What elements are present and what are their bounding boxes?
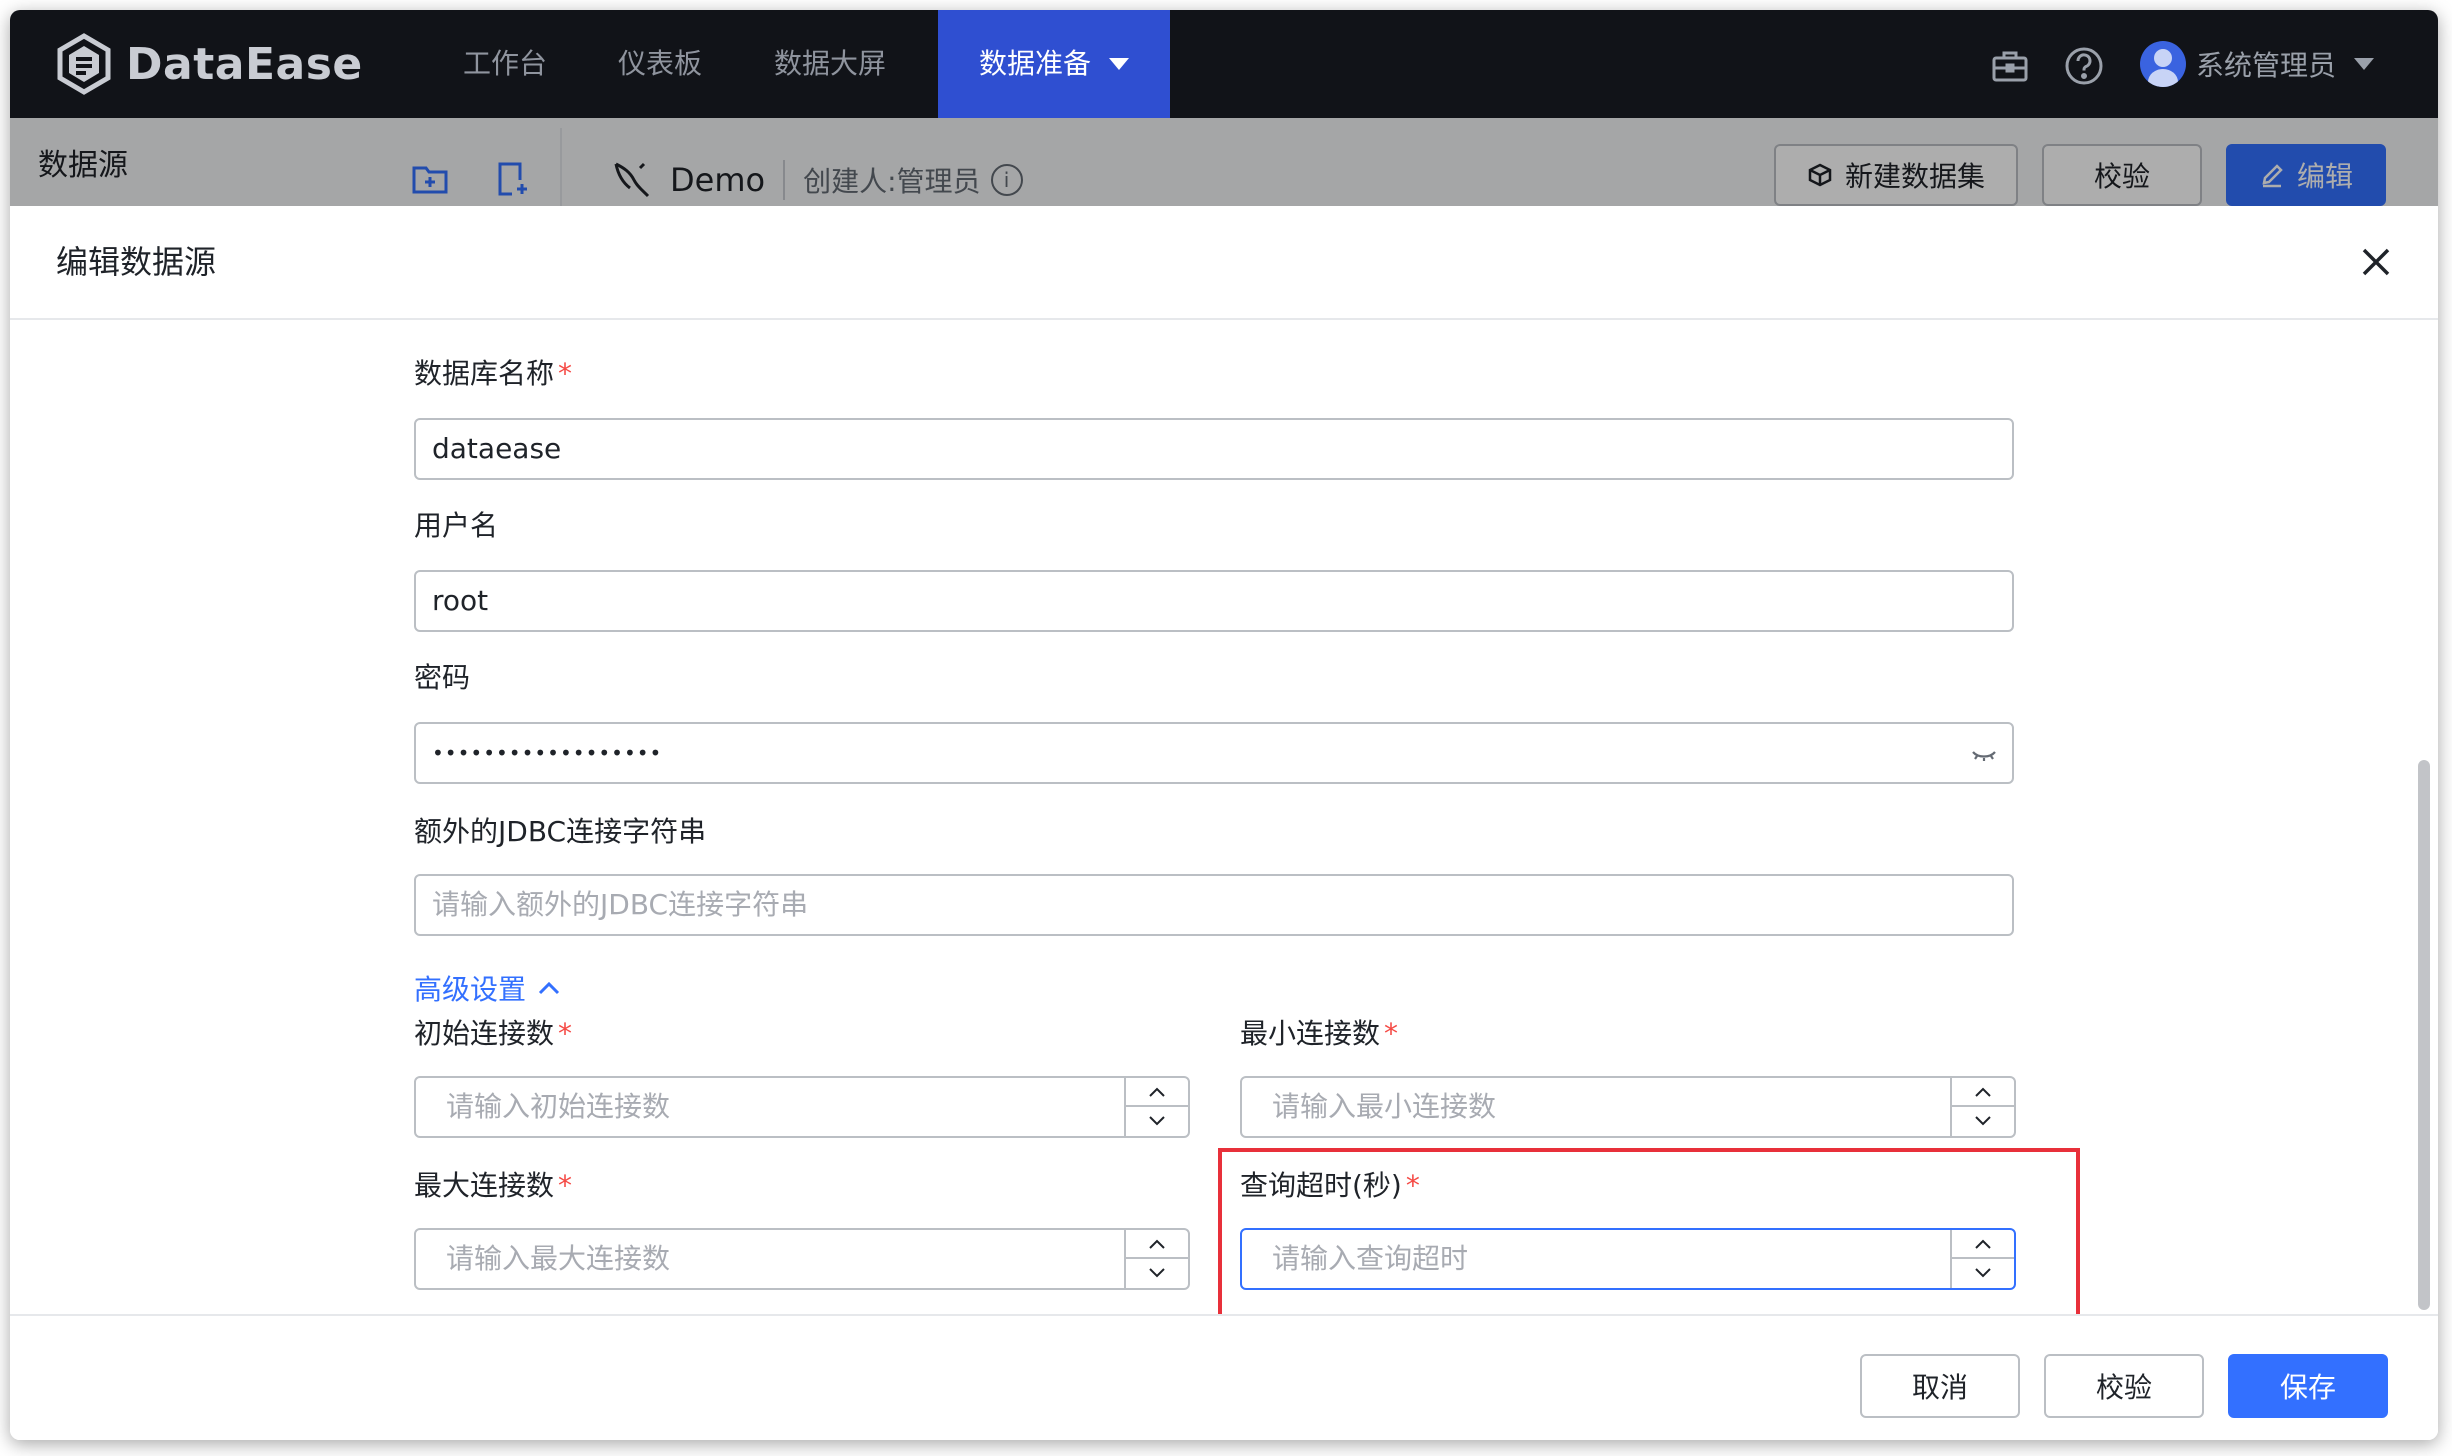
nav-item-label: 数据大屏 — [773, 47, 886, 80]
avatar — [2140, 41, 2186, 87]
increment-button[interactable] — [1952, 1078, 2014, 1107]
init-conn-label-text: 初始连接数 — [414, 1017, 555, 1050]
nav-item-dashboard[interactable]: 仪表板 — [595, 10, 725, 118]
top-navbar: DataEase 工作台 仪表板 数据大屏 数据准备 系统管理员 — [10, 10, 2438, 118]
advanced-settings-label: 高级设置 — [414, 973, 527, 1006]
advanced-settings-toggle[interactable]: 高级设置 — [414, 968, 562, 1008]
increment-button[interactable] — [1126, 1230, 1188, 1259]
validate-button[interactable]: 校验 — [2044, 1354, 2204, 1418]
jdbc-placeholder: 请输入额外的JDBC连接字符串 — [432, 888, 809, 921]
password-input[interactable]: •••••••••••••••••• — [414, 722, 2014, 784]
drawer-title: 编辑数据源 — [56, 243, 217, 281]
chevron-up-icon — [1149, 1239, 1165, 1249]
decrement-button[interactable] — [1126, 1259, 1188, 1288]
required-mark: * — [558, 1169, 573, 1202]
chevron-up-icon — [1975, 1087, 1991, 1097]
min-conn-label-text: 最小连接数 — [1240, 1017, 1381, 1050]
edit-datasource-drawer: 编辑数据源 数据库名称 * dataease 用户名 root 密码 ••••••… — [10, 206, 2438, 1440]
logo-text: DataEase — [126, 38, 363, 90]
caret-down-icon — [2354, 58, 2375, 70]
jdbc-label: 额外的JDBC连接字符串 — [414, 815, 707, 848]
scrollbar-thumb[interactable] — [2418, 760, 2430, 1310]
cancel-button[interactable]: 取消 — [1860, 1354, 2020, 1418]
max-conn-label-text: 最大连接数 — [414, 1169, 555, 1202]
nav-item-workbench[interactable]: 工作台 — [440, 10, 570, 118]
chevron-up-icon — [1149, 1087, 1165, 1097]
nav-item-data-screen[interactable]: 数据大屏 — [750, 10, 910, 118]
user-name: 系统管理员 — [2196, 49, 2337, 82]
init-conn-input[interactable]: 请输入初始连接数 — [414, 1076, 1190, 1138]
modal-overlay — [10, 118, 2438, 214]
validate-label: 校验 — [2095, 1371, 2152, 1404]
init-conn-label: 初始连接数 * — [414, 1012, 572, 1052]
chevron-up-icon — [538, 981, 560, 995]
nav-item-data-prep[interactable]: 数据准备 — [938, 10, 1170, 118]
min-conn-stepper — [1950, 1078, 2014, 1136]
username-label: 用户名 — [414, 509, 499, 542]
nav-item-label: 数据准备 — [978, 47, 1091, 80]
db-name-value: dataease — [432, 432, 562, 465]
chevron-down-icon — [1149, 1268, 1165, 1278]
password-label: 密码 — [414, 661, 471, 694]
max-conn-stepper — [1124, 1230, 1188, 1288]
increment-button[interactable] — [1126, 1078, 1188, 1107]
save-button[interactable]: 保存 — [2228, 1354, 2388, 1418]
app-window: DataEase 工作台 仪表板 数据大屏 数据准备 系统管理员 数据源 Dem… — [10, 10, 2438, 1440]
decrement-button[interactable] — [1952, 1107, 2014, 1136]
user-menu[interactable]: 系统管理员 — [2140, 36, 2375, 92]
caret-down-icon — [1109, 58, 1129, 70]
save-label: 保存 — [2279, 1371, 2336, 1404]
drawer-header: 编辑数据源 — [10, 206, 2438, 320]
highlight-box — [1218, 1148, 2080, 1318]
required-mark: * — [558, 1017, 573, 1050]
init-conn-placeholder: 请输入初始连接数 — [446, 1090, 671, 1123]
init-conn-stepper — [1124, 1078, 1188, 1136]
help-icon[interactable] — [2064, 46, 2104, 86]
username-input[interactable]: root — [414, 570, 2014, 632]
toolbox-icon[interactable] — [1990, 46, 2030, 86]
max-conn-placeholder: 请输入最大连接数 — [446, 1242, 671, 1275]
chevron-down-icon — [1149, 1116, 1165, 1126]
username-value: root — [432, 584, 489, 617]
nav-item-label: 工作台 — [462, 47, 547, 80]
cancel-label: 取消 — [1911, 1371, 1968, 1404]
required-mark: * — [1384, 1017, 1399, 1050]
db-name-label: 数据库名称 * — [414, 352, 572, 392]
db-name-label-text: 数据库名称 — [414, 357, 555, 390]
logo[interactable]: DataEase — [52, 28, 363, 100]
max-conn-label: 最大连接数 * — [414, 1164, 572, 1204]
min-conn-placeholder: 请输入最小连接数 — [1272, 1090, 1497, 1123]
required-mark: * — [558, 357, 573, 390]
close-icon[interactable] — [2356, 242, 2396, 282]
min-conn-label: 最小连接数 * — [1240, 1012, 1398, 1052]
decrement-button[interactable] — [1126, 1107, 1188, 1136]
eye-closed-icon[interactable] — [1970, 742, 1998, 766]
chevron-down-icon — [1975, 1116, 1991, 1126]
jdbc-input[interactable]: 请输入额外的JDBC连接字符串 — [414, 874, 2014, 936]
db-name-input[interactable]: dataease — [414, 418, 2014, 480]
max-conn-input[interactable]: 请输入最大连接数 — [414, 1228, 1190, 1290]
nav-item-label: 仪表板 — [617, 47, 702, 80]
logo-icon — [57, 33, 111, 95]
password-value: •••••••••••••••••• — [432, 741, 663, 765]
min-conn-input[interactable]: 请输入最小连接数 — [1240, 1076, 2016, 1138]
